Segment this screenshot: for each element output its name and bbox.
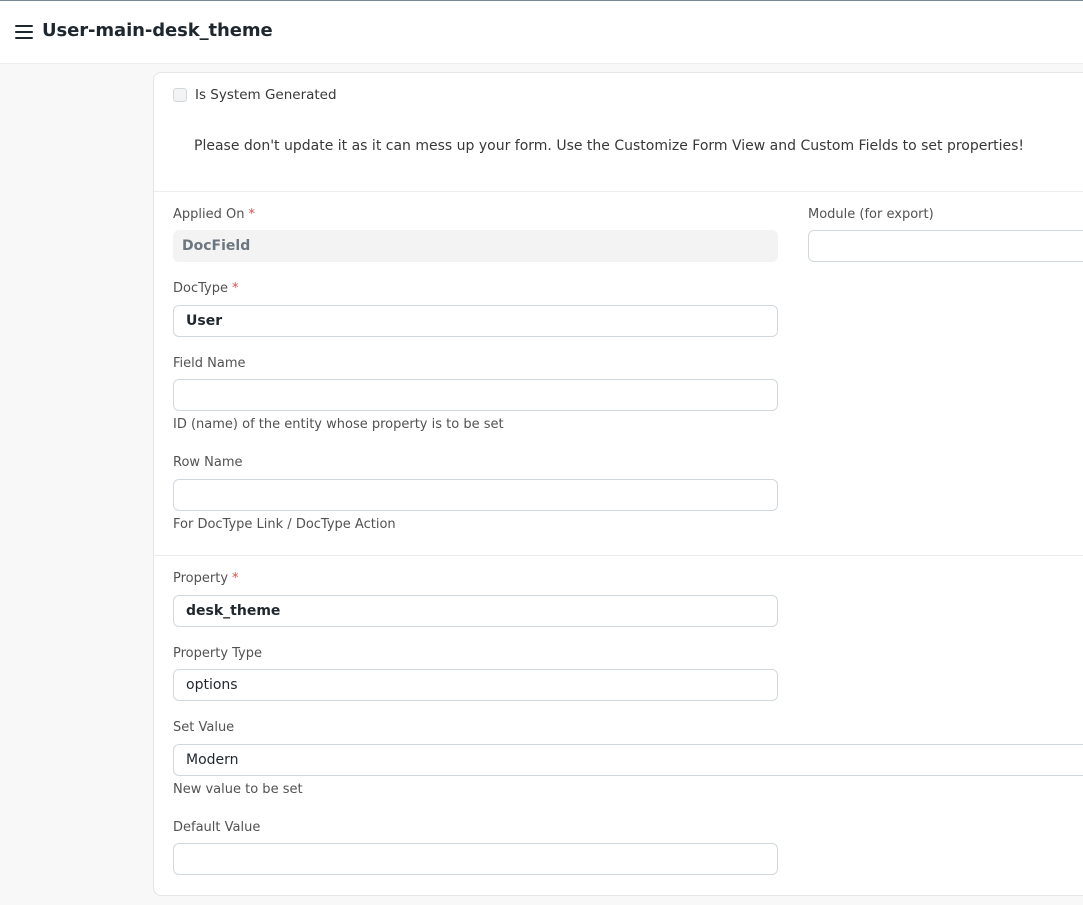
row-name-input[interactable]: [173, 479, 778, 511]
page-header: User-main-desk_theme: [0, 1, 1083, 64]
default-value-input[interactable]: [173, 843, 778, 875]
field-name-help: ID (name) of the entity whose property i…: [173, 417, 504, 432]
set-value-help: New value to be set: [173, 782, 303, 797]
is-system-generated-label: Is System Generated: [195, 87, 337, 103]
page-title: User-main-desk_theme: [42, 20, 273, 41]
applied-on-label: Applied On *: [173, 207, 255, 222]
section-divider: [154, 191, 1083, 192]
property-type-select[interactable]: options: [173, 669, 778, 701]
set-value-input[interactable]: Modern: [173, 744, 1083, 776]
row-name-help: For DocType Link / DocType Action: [173, 517, 396, 532]
set-value-label: Set Value: [173, 720, 235, 735]
hamburger-menu-icon[interactable]: [15, 25, 33, 41]
module-input[interactable]: [808, 230, 1083, 262]
default-value-label: Default Value: [173, 820, 261, 835]
field-name-label: Field Name: [173, 356, 246, 371]
property-input[interactable]: desk_theme: [173, 595, 778, 627]
property-label: Property *: [173, 571, 239, 586]
warning-notice: Please don't update it as it can mess up…: [194, 138, 1025, 154]
row-name-label: Row Name: [173, 455, 243, 470]
doctype-label: DocType *: [173, 281, 239, 296]
doctype-input[interactable]: User: [173, 305, 778, 337]
module-label: Module (for export): [808, 207, 934, 222]
applied-on-field: DocField: [173, 230, 778, 262]
form-card: Is System Generated Please don't update …: [153, 72, 1083, 896]
field-name-input[interactable]: [173, 379, 778, 411]
property-type-label: Property Type: [173, 646, 263, 661]
section-divider: [154, 555, 1083, 556]
is-system-generated-checkbox[interactable]: Is System Generated: [173, 87, 337, 103]
checkbox-box[interactable]: [173, 88, 187, 102]
